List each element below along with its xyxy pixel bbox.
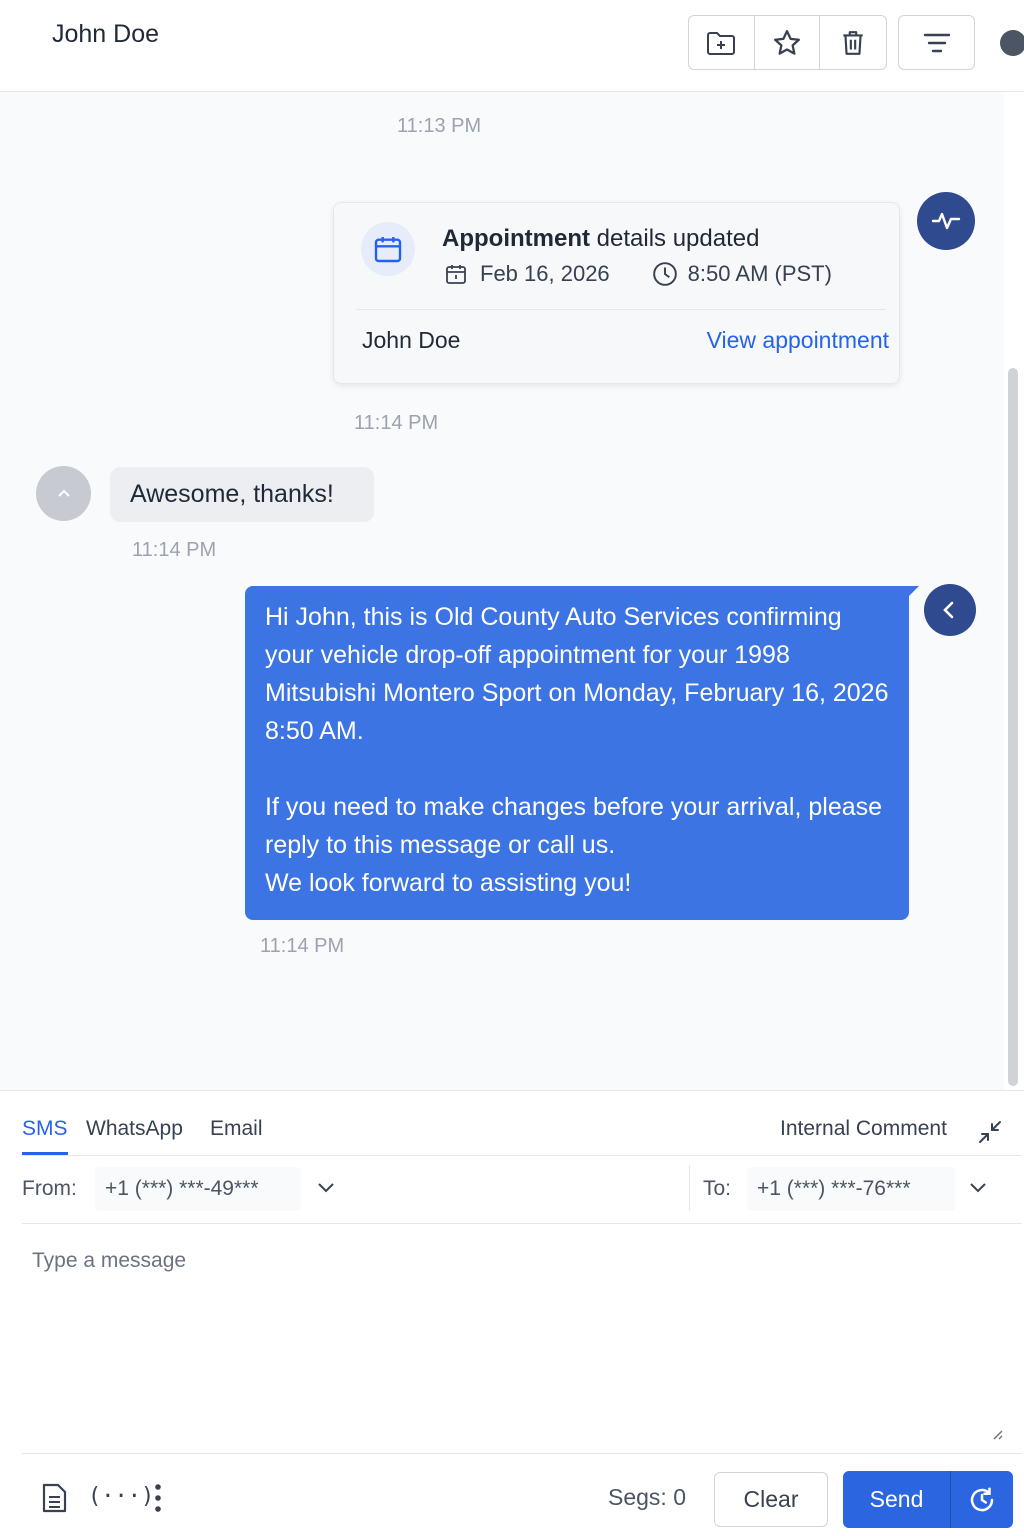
conversation-header: John Doe: [0, 0, 1024, 92]
trash-icon: [843, 30, 863, 55]
schedule-clock-icon: [970, 1487, 994, 1511]
divider: [356, 309, 886, 310]
view-appointment-link[interactable]: View appointment: [707, 327, 889, 354]
internal-comment-tab[interactable]: Internal Comment: [780, 1117, 947, 1141]
appointment-date: Feb 16, 2026: [480, 261, 610, 286]
appointment-time: 8:50 AM (PST): [687, 261, 832, 286]
schedule-send-button[interactable]: [951, 1471, 1013, 1528]
incoming-message-bubble: Awesome, thanks!: [110, 467, 374, 522]
send-button[interactable]: Send: [843, 1471, 951, 1528]
timestamp: 11:13 PM: [397, 115, 482, 137]
sender-avatar: [924, 584, 976, 636]
move-to-folder-button[interactable]: [689, 16, 755, 69]
timestamp: 11:14 PM: [354, 412, 439, 434]
filter-button[interactable]: [898, 15, 975, 70]
calendar-small-icon: [446, 265, 466, 284]
folder-icon: [707, 31, 736, 55]
star-icon: [774, 29, 800, 55]
to-number-select[interactable]: +1 (***) ***-76***: [747, 1167, 955, 1211]
message-composer: SMS WhatsApp Email Internal Comment From…: [0, 1090, 1024, 1536]
chevron-down-icon[interactable]: [316, 1180, 336, 1194]
message-paragraph: If you need to make changes before your …: [265, 793, 883, 859]
clock-icon: [652, 262, 677, 286]
thread-scrollbar[interactable]: [1008, 368, 1018, 1086]
divider: [22, 1223, 1022, 1224]
contact-avatar: [36, 466, 91, 521]
resize-handle-icon[interactable]: [990, 1427, 1004, 1441]
timestamp: 11:14 PM: [260, 935, 345, 957]
appointment-datetime: Feb 16, 2026 8:50 AM (PST): [444, 261, 832, 287]
clear-button[interactable]: Clear: [714, 1472, 828, 1527]
appointment-card: Appointment details updated Feb 16, 2026…: [333, 202, 900, 384]
message-thread: 11:13 PM Appointment details updated Feb…: [0, 92, 1004, 1090]
tab-whatsapp[interactable]: WhatsApp: [86, 1117, 183, 1141]
delete-button[interactable]: [820, 16, 886, 69]
activity-avatar: [917, 192, 975, 250]
message-input[interactable]: [22, 1231, 1012, 1443]
send-button-group: Send: [843, 1471, 1013, 1528]
more-options-icon[interactable]: [152, 1483, 164, 1513]
divider: [689, 1165, 690, 1211]
from-label: From:: [22, 1177, 77, 1200]
message-paragraph: We look forward to assisting you!: [265, 869, 632, 897]
divider: [22, 1453, 1022, 1454]
template-document-icon[interactable]: [40, 1482, 68, 1514]
timestamp: 11:14 PM: [132, 539, 217, 561]
outgoing-message-bubble: Hi John, this is Old County Auto Service…: [245, 586, 909, 920]
tab-email[interactable]: Email: [210, 1117, 263, 1141]
tab-sms[interactable]: SMS: [22, 1117, 68, 1141]
filter-icon: [923, 33, 950, 52]
custom-variables-icon[interactable]: (···): [88, 1484, 154, 1509]
appointment-title: Appointment details updated: [442, 225, 760, 252]
star-button[interactable]: [755, 16, 821, 69]
collapse-icon[interactable]: [977, 1119, 1003, 1145]
segment-count: Segs: 0: [608, 1484, 686, 1510]
to-label: To:: [703, 1177, 732, 1200]
contact-name-title: John Doe: [52, 20, 160, 48]
appointment-contact: John Doe: [362, 327, 461, 353]
header-action-group: [688, 15, 887, 70]
from-number-select[interactable]: +1 (***) ***-49***: [95, 1167, 301, 1211]
chevron-down-icon[interactable]: [968, 1180, 988, 1194]
arrow-left-icon: [943, 601, 954, 619]
bubble-tail: [905, 586, 919, 600]
calendar-icon: [361, 222, 415, 276]
info-icon[interactable]: [1000, 30, 1024, 56]
divider: [22, 1155, 1022, 1156]
chevron-up-icon: [57, 489, 70, 497]
message-paragraph: Hi John, this is Old County Auto Service…: [265, 603, 889, 745]
activity-icon: [931, 212, 961, 230]
